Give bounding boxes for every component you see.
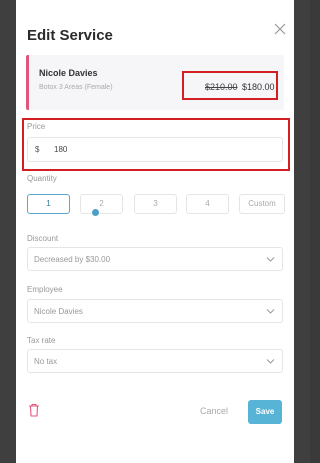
quantity-option-3[interactable]: 3: [134, 194, 177, 214]
discount-label: Discount: [27, 234, 59, 243]
save-button[interactable]: Save: [248, 400, 282, 424]
employee-selected-value: Nicole Davies: [34, 307, 83, 316]
cancel-button[interactable]: Cancel: [194, 400, 234, 422]
chevron-down-icon: [266, 308, 275, 315]
quantity-option-4[interactable]: 4: [186, 194, 229, 214]
discounted-price: $180.00: [242, 82, 275, 92]
currency-symbol: $: [35, 145, 40, 154]
service-summary-card: Nicole Davies Botox 3 Areas (Female) $21…: [26, 55, 284, 110]
original-price: $210.00: [205, 82, 238, 92]
service-description: Botox 3 Areas (Female): [39, 84, 113, 91]
edit-service-modal: Edit Service Nicole Davies Botox 3 Areas…: [16, 0, 294, 463]
selected-check-icon: [91, 208, 100, 217]
quantity-label: Quantity: [27, 174, 57, 183]
discount-select[interactable]: Decreased by $30.00: [27, 247, 283, 271]
chevron-down-icon: [266, 256, 275, 263]
modal-title: Edit Service: [27, 27, 113, 44]
chevron-down-icon: [266, 358, 275, 365]
modal-backdrop-right[interactable]: [294, 0, 310, 463]
price-input[interactable]: $ 180: [27, 137, 283, 162]
discount-selected-value: Decreased by $30.00: [34, 255, 111, 264]
employee-select[interactable]: Nicole Davies: [27, 299, 283, 323]
trash-icon[interactable]: [28, 403, 40, 417]
quantity-option-1[interactable]: 1: [27, 194, 70, 214]
tax-rate-label: Tax rate: [27, 336, 56, 345]
close-icon[interactable]: [273, 22, 287, 36]
client-name: Nicole Davies: [39, 68, 98, 78]
quantity-option-2[interactable]: 2: [80, 194, 123, 214]
tax-rate-selected-value: No tax: [34, 357, 58, 366]
modal-backdrop-left[interactable]: [0, 0, 16, 463]
employee-label: Employee: [27, 285, 63, 294]
price-value[interactable]: 180: [54, 145, 67, 154]
quantity-option-custom[interactable]: Custom: [239, 194, 285, 214]
tax-rate-select[interactable]: No tax: [27, 349, 283, 373]
price-label: Price: [27, 122, 46, 131]
